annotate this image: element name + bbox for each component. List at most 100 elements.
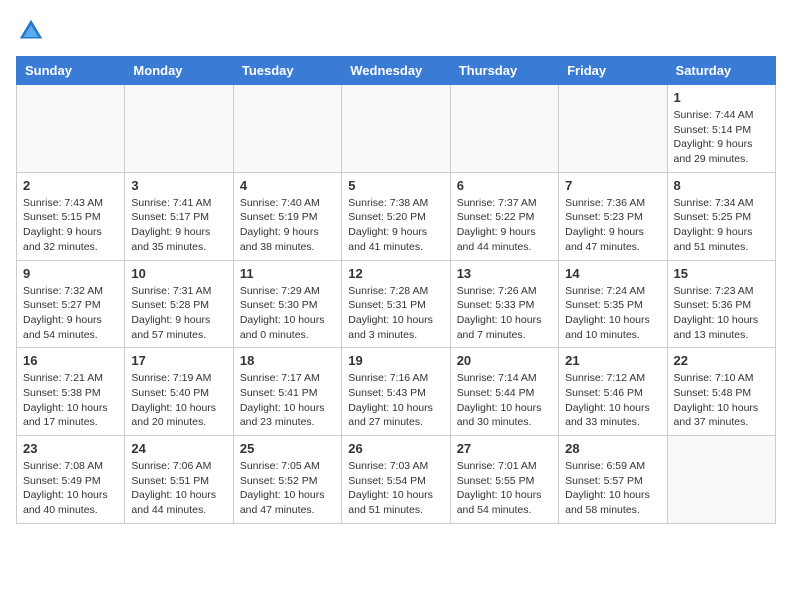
day-number: 9	[23, 266, 118, 281]
col-header-thursday: Thursday	[450, 57, 558, 85]
calendar-header-row: SundayMondayTuesdayWednesdayThursdayFrid…	[17, 57, 776, 85]
day-info: Sunrise: 7:40 AM Sunset: 5:19 PM Dayligh…	[240, 196, 335, 255]
week-row-4: 16Sunrise: 7:21 AM Sunset: 5:38 PM Dayli…	[17, 348, 776, 436]
week-row-2: 2 Sunrise: 7:43 AM Sunset: 5:15 PM Daylig…	[17, 172, 776, 260]
day-info: Sunrise: 7:26 AM Sunset: 5:33 PM Dayligh…	[457, 284, 552, 343]
day-info: Sunrise: 7:41 AM Sunset: 5:17 PM Dayligh…	[131, 196, 226, 255]
day-number: 26	[348, 441, 443, 456]
day-info: Sunrise: 7:37 AM Sunset: 5:22 PM Dayligh…	[457, 196, 552, 255]
day-info: Sunrise: 7:29 AM Sunset: 5:30 PM Dayligh…	[240, 284, 335, 343]
day-info: Sunrise: 7:31 AM Sunset: 5:28 PM Dayligh…	[131, 284, 226, 343]
day-info: Sunrise: 7:16 AM Sunset: 5:43 PM Dayligh…	[348, 371, 443, 430]
day-number: 21	[565, 353, 660, 368]
calendar-cell: 1 Sunrise: 7:44 AM Sunset: 5:14 PM Daylig…	[667, 85, 775, 173]
day-number: 17	[131, 353, 226, 368]
calendar-cell	[342, 85, 450, 173]
day-number: 28	[565, 441, 660, 456]
day-number: 22	[674, 353, 769, 368]
day-number: 25	[240, 441, 335, 456]
day-info: Sunrise: 7:19 AM Sunset: 5:40 PM Dayligh…	[131, 371, 226, 430]
day-number: 5	[348, 178, 443, 193]
day-info: Sunrise: 7:23 AM Sunset: 5:36 PM Dayligh…	[674, 284, 769, 343]
day-number: 11	[240, 266, 335, 281]
logo-icon	[16, 16, 46, 46]
col-header-wednesday: Wednesday	[342, 57, 450, 85]
day-info: Sunrise: 7:43 AM Sunset: 5:15 PM Dayligh…	[23, 196, 118, 255]
calendar-cell: 10 Sunrise: 7:31 AM Sunset: 5:28 PM Dayli…	[125, 260, 233, 348]
week-row-1: 1 Sunrise: 7:44 AM Sunset: 5:14 PM Daylig…	[17, 85, 776, 173]
day-number: 8	[674, 178, 769, 193]
calendar-cell: 22 Sunrise: 7:10 AM Sunset: 5:48 PM Dayli…	[667, 348, 775, 436]
day-number: 12	[348, 266, 443, 281]
calendar-cell: 25 Sunrise: 7:05 AM Sunset: 5:52 PM Dayli…	[233, 436, 341, 524]
week-row-3: 9 Sunrise: 7:32 AM Sunset: 5:27 PM Daylig…	[17, 260, 776, 348]
calendar-cell	[17, 85, 125, 173]
day-info: Sunrise: 7:06 AM Sunset: 5:51 PM Dayligh…	[131, 459, 226, 518]
calendar-cell: 5 Sunrise: 7:38 AM Sunset: 5:20 PM Daylig…	[342, 172, 450, 260]
day-info: Sunrise: 7:03 AM Sunset: 5:54 PM Dayligh…	[348, 459, 443, 518]
calendar-cell	[450, 85, 558, 173]
calendar-cell: 26 Sunrise: 7:03 AM Sunset: 5:54 PM Dayli…	[342, 436, 450, 524]
calendar-cell	[233, 85, 341, 173]
calendar-cell: 19 Sunrise: 7:16 AM Sunset: 5:43 PM Dayli…	[342, 348, 450, 436]
calendar-cell	[559, 85, 667, 173]
day-number: 1	[674, 90, 769, 105]
calendar-cell: 20Sunrise: 7:14 AM Sunset: 5:44 PM Dayli…	[450, 348, 558, 436]
day-number: 19	[348, 353, 443, 368]
day-info: Sunrise: 7:24 AM Sunset: 5:35 PM Dayligh…	[565, 284, 660, 343]
calendar-cell: 7 Sunrise: 7:36 AM Sunset: 5:23 PM Daylig…	[559, 172, 667, 260]
day-number: 2	[23, 178, 118, 193]
calendar-cell: 23 Sunrise: 7:08 AM Sunset: 5:49 PM Dayli…	[17, 436, 125, 524]
calendar-cell: 21 Sunrise: 7:12 AM Sunset: 5:46 PM Dayli…	[559, 348, 667, 436]
day-info: Sunrise: 7:05 AM Sunset: 5:52 PM Dayligh…	[240, 459, 335, 518]
calendar-cell: 16Sunrise: 7:21 AM Sunset: 5:38 PM Dayli…	[17, 348, 125, 436]
calendar-cell: 27 Sunrise: 7:01 AM Sunset: 5:55 PM Dayli…	[450, 436, 558, 524]
calendar-table: SundayMondayTuesdayWednesdayThursdayFrid…	[16, 56, 776, 524]
day-number: 14	[565, 266, 660, 281]
day-number: 13	[457, 266, 552, 281]
day-number: 16	[23, 353, 118, 368]
calendar-cell: 28 Sunrise: 6:59 AM Sunset: 5:57 PM Dayli…	[559, 436, 667, 524]
logo	[16, 16, 50, 46]
col-header-monday: Monday	[125, 57, 233, 85]
day-info: Sunrise: 7:44 AM Sunset: 5:14 PM Dayligh…	[674, 108, 769, 167]
calendar-cell	[125, 85, 233, 173]
calendar-cell: 8 Sunrise: 7:34 AM Sunset: 5:25 PM Daylig…	[667, 172, 775, 260]
calendar-cell: 12 Sunrise: 7:28 AM Sunset: 5:31 PM Dayli…	[342, 260, 450, 348]
day-info: Sunrise: 7:12 AM Sunset: 5:46 PM Dayligh…	[565, 371, 660, 430]
day-number: 4	[240, 178, 335, 193]
day-number: 3	[131, 178, 226, 193]
day-number: 15	[674, 266, 769, 281]
week-row-5: 23 Sunrise: 7:08 AM Sunset: 5:49 PM Dayli…	[17, 436, 776, 524]
day-info: Sunrise: 7:36 AM Sunset: 5:23 PM Dayligh…	[565, 196, 660, 255]
calendar-cell: 11 Sunrise: 7:29 AM Sunset: 5:30 PM Dayli…	[233, 260, 341, 348]
day-info: Sunrise: 7:01 AM Sunset: 5:55 PM Dayligh…	[457, 459, 552, 518]
calendar-cell: 2 Sunrise: 7:43 AM Sunset: 5:15 PM Daylig…	[17, 172, 125, 260]
day-number: 10	[131, 266, 226, 281]
day-number: 6	[457, 178, 552, 193]
page-header	[16, 16, 776, 46]
day-number: 23	[23, 441, 118, 456]
calendar-cell: 13 Sunrise: 7:26 AM Sunset: 5:33 PM Dayli…	[450, 260, 558, 348]
calendar-cell: 6 Sunrise: 7:37 AM Sunset: 5:22 PM Daylig…	[450, 172, 558, 260]
col-header-saturday: Saturday	[667, 57, 775, 85]
calendar-cell: 9 Sunrise: 7:32 AM Sunset: 5:27 PM Daylig…	[17, 260, 125, 348]
calendar-cell: 15 Sunrise: 7:23 AM Sunset: 5:36 PM Dayli…	[667, 260, 775, 348]
day-info: Sunrise: 7:08 AM Sunset: 5:49 PM Dayligh…	[23, 459, 118, 518]
day-info: Sunrise: 7:14 AM Sunset: 5:44 PM Dayligh…	[457, 371, 552, 430]
calendar-cell	[667, 436, 775, 524]
day-info: Sunrise: 7:10 AM Sunset: 5:48 PM Dayligh…	[674, 371, 769, 430]
day-info: Sunrise: 7:28 AM Sunset: 5:31 PM Dayligh…	[348, 284, 443, 343]
day-number: 7	[565, 178, 660, 193]
day-info: Sunrise: 6:59 AM Sunset: 5:57 PM Dayligh…	[565, 459, 660, 518]
calendar-cell: 4 Sunrise: 7:40 AM Sunset: 5:19 PM Daylig…	[233, 172, 341, 260]
day-number: 27	[457, 441, 552, 456]
calendar-cell: 24Sunrise: 7:06 AM Sunset: 5:51 PM Dayli…	[125, 436, 233, 524]
col-header-friday: Friday	[559, 57, 667, 85]
col-header-tuesday: Tuesday	[233, 57, 341, 85]
day-info: Sunrise: 7:38 AM Sunset: 5:20 PM Dayligh…	[348, 196, 443, 255]
day-info: Sunrise: 7:32 AM Sunset: 5:27 PM Dayligh…	[23, 284, 118, 343]
day-info: Sunrise: 7:34 AM Sunset: 5:25 PM Dayligh…	[674, 196, 769, 255]
col-header-sunday: Sunday	[17, 57, 125, 85]
day-number: 18	[240, 353, 335, 368]
